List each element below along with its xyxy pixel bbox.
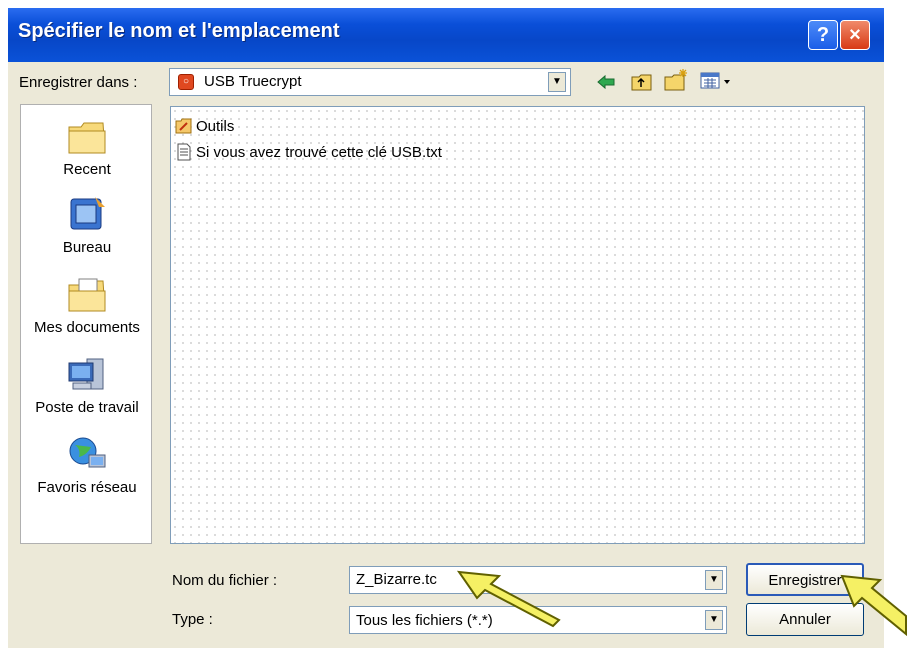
- usb-drive-icon: ○: [178, 74, 194, 90]
- close-button[interactable]: ×: [840, 20, 870, 50]
- filename-label: Nom du fichier :: [172, 572, 278, 589]
- places-bar: Recent Bureau Mes documents Poste de tra…: [20, 104, 152, 544]
- help-button[interactable]: ?: [808, 20, 838, 50]
- annotation-arrow-icon: [456, 570, 561, 628]
- place-label: Mes documents: [34, 319, 140, 336]
- list-item[interactable]: Outils: [175, 117, 234, 137]
- place-recent[interactable]: Recent: [21, 117, 153, 178]
- chevron-down-icon[interactable]: ▼: [705, 610, 723, 630]
- chevron-down-icon[interactable]: ▼: [705, 570, 723, 590]
- recent-folder-icon: [68, 122, 106, 154]
- back-arrow-icon[interactable]: [596, 74, 616, 90]
- chevron-down-icon[interactable]: ▼: [548, 72, 566, 92]
- desktop-icon: [70, 197, 105, 230]
- filetype-label: Type :: [172, 611, 213, 628]
- network-places-icon: [69, 437, 106, 468]
- filename-value: Z_Bizarre.tc: [356, 571, 437, 588]
- annotation-arrow-icon: [840, 574, 907, 636]
- place-desktop[interactable]: Bureau: [21, 195, 153, 256]
- views-menu-icon[interactable]: [700, 72, 736, 90]
- location-value: USB Truecrypt: [204, 73, 302, 90]
- save-in-label: Enregistrer dans :: [19, 74, 138, 91]
- place-network[interactable]: Favoris réseau: [21, 435, 153, 496]
- my-documents-icon: [68, 278, 106, 312]
- place-my-computer[interactable]: Poste de travail: [21, 355, 153, 416]
- folder-up-icon[interactable]: [631, 72, 653, 92]
- place-my-documents[interactable]: Mes documents: [21, 275, 153, 336]
- file-name: Si vous avez trouvé cette clé USB.txt: [196, 144, 442, 161]
- list-item[interactable]: Si vous avez trouvé cette clé USB.txt: [175, 143, 442, 163]
- place-label: Favoris réseau: [37, 479, 137, 496]
- place-label: Poste de travail: [35, 399, 139, 416]
- window-title: Spécifier le nom et l'emplacement: [18, 20, 340, 42]
- text-file-icon: [177, 143, 191, 161]
- place-label: Bureau: [62, 239, 112, 256]
- place-label: Recent: [63, 161, 111, 178]
- location-combo[interactable]: ○ USB Truecrypt ▼: [169, 68, 571, 96]
- folder-tools-icon: [175, 118, 192, 134]
- new-folder-icon[interactable]: [664, 68, 690, 92]
- file-name: Outils: [196, 118, 235, 135]
- file-list[interactable]: Outils Si vous avez trouvé cette clé USB…: [170, 106, 865, 544]
- my-computer-icon: [68, 358, 104, 390]
